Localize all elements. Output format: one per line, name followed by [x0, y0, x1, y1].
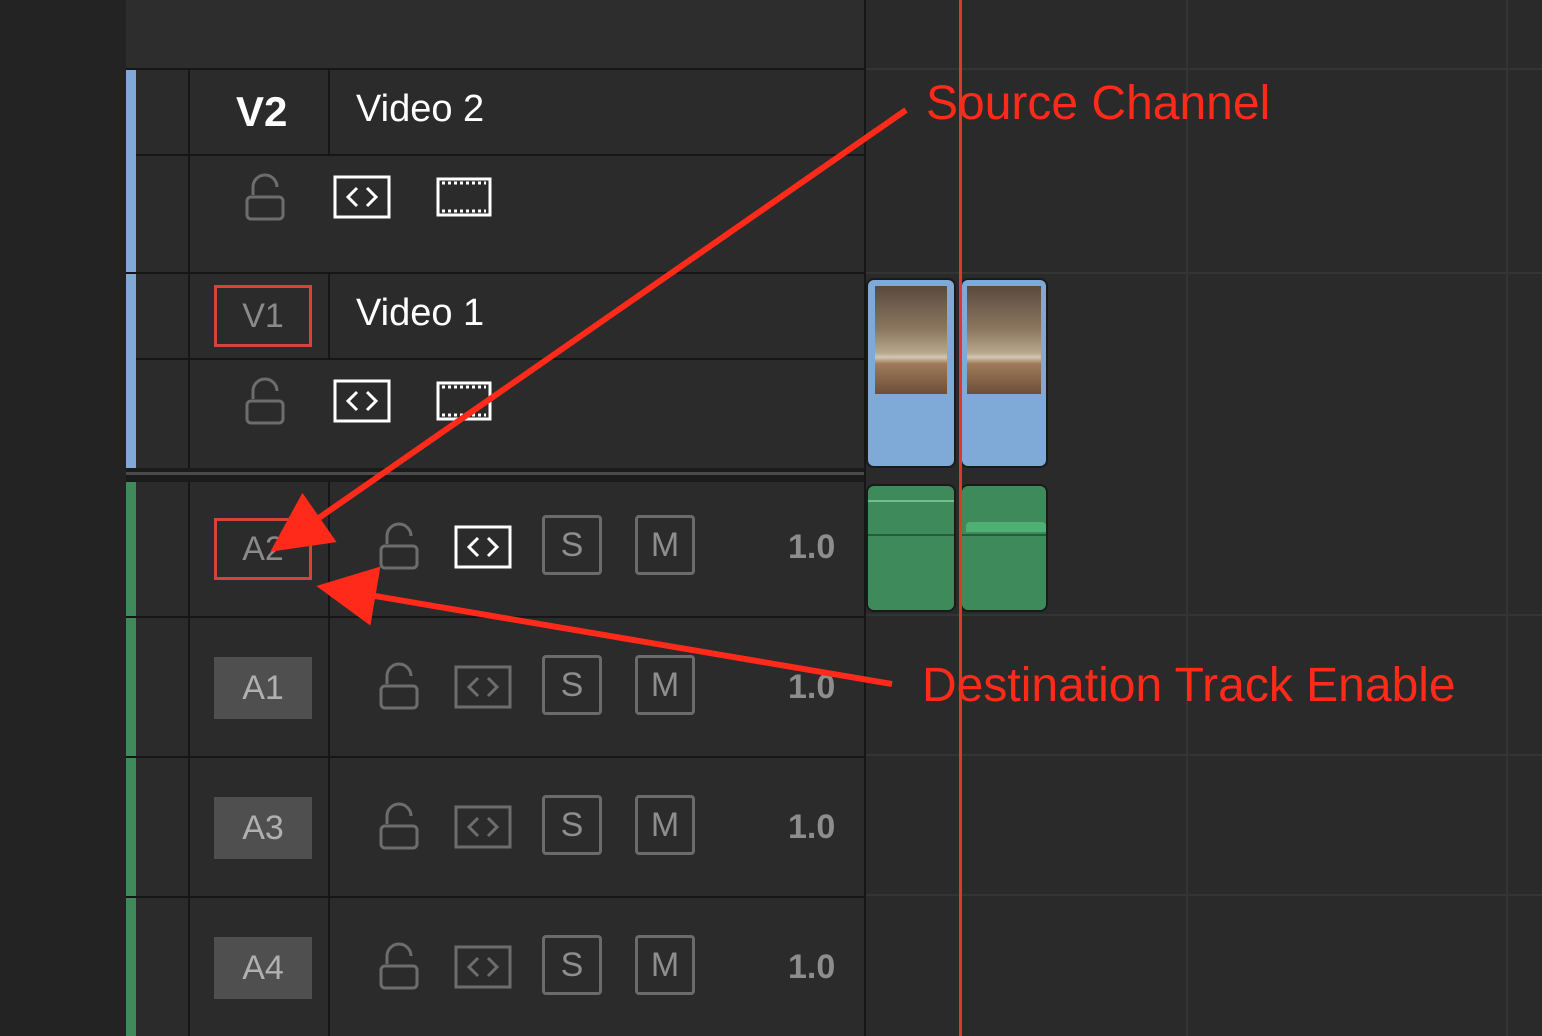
- annotation-source-channel: Source Channel: [926, 77, 1271, 130]
- annotation-destination-track-enable: Destination Track Enable: [922, 659, 1456, 712]
- annotation-arrows: [270, 107, 908, 687]
- source-channel-arrow: [270, 107, 908, 552]
- destination-track-arrow: [316, 566, 893, 687]
